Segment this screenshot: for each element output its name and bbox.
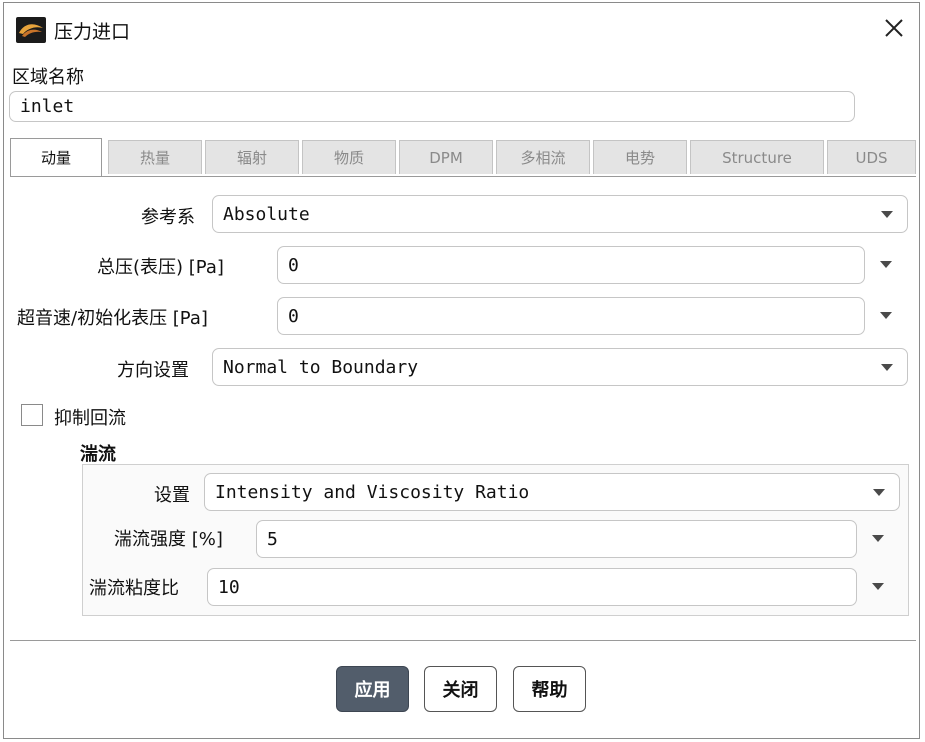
fluent-app-icon — [16, 17, 46, 43]
turbulence-method-value: Intensity and Viscosity Ratio — [215, 481, 530, 503]
prevent-backflow-checkbox[interactable] — [21, 404, 43, 426]
supersonic-pressure-label: 超音速/初始化表压 [Pa] — [17, 308, 208, 329]
title-bar: 压力进口 — [4, 3, 919, 55]
reference-frame-value: Absolute — [223, 203, 310, 225]
chevron-down-icon[interactable] — [880, 312, 892, 319]
supersonic-pressure-input[interactable]: 0 — [277, 297, 865, 335]
turbulence-method-dropdown[interactable]: Intensity and Viscosity Ratio — [204, 473, 900, 511]
turbulence-method-label: 设置 — [154, 485, 190, 506]
prevent-backflow-label: 抑制回流 — [54, 408, 126, 429]
tab-multiphase[interactable]: 多相流 — [496, 140, 590, 174]
tab-uds[interactable]: UDS — [827, 140, 916, 174]
chevron-down-icon[interactable] — [880, 261, 892, 268]
close-button[interactable]: 关闭 — [424, 666, 497, 712]
reference-frame-dropdown[interactable]: Absolute — [212, 195, 908, 233]
dialog-window: 压力进口 区域名称 inlet 动量 热量 辐射 物质 DPM 多相流 电势 S… — [3, 2, 920, 739]
total-pressure-input[interactable]: 0 — [277, 246, 865, 284]
close-icon[interactable] — [879, 13, 909, 43]
turbulence-intensity-input[interactable]: 5 — [256, 520, 857, 558]
chevron-down-icon[interactable] — [872, 583, 884, 590]
apply-button[interactable]: 应用 — [336, 666, 409, 712]
help-button[interactable]: 帮助 — [513, 666, 586, 712]
tab-momentum[interactable]: 动量 — [10, 138, 102, 176]
window-title: 压力进口 — [54, 21, 131, 43]
total-pressure-label: 总压(表压) [Pa] — [97, 257, 224, 278]
tab-potential[interactable]: 电势 — [593, 140, 687, 174]
tab-dpm[interactable]: DPM — [399, 140, 493, 174]
tab-divider — [10, 176, 916, 177]
viscosity-ratio-label: 湍流粘度比 — [89, 578, 179, 599]
reference-frame-label: 参考系 — [141, 207, 195, 228]
chevron-down-icon — [881, 364, 893, 371]
chevron-down-icon — [873, 489, 885, 496]
direction-label: 方向设置 — [117, 360, 189, 381]
tab-species[interactable]: 物质 — [302, 140, 396, 174]
zone-name-input[interactable]: inlet — [9, 91, 855, 122]
viscosity-ratio-input[interactable]: 10 — [207, 568, 857, 606]
zone-name-label: 区域名称 — [12, 67, 84, 88]
tab-structure[interactable]: Structure — [690, 140, 824, 174]
tab-bar: 动量 热量 辐射 物质 DPM 多相流 电势 Structure UDS — [10, 138, 916, 176]
tab-thermal[interactable]: 热量 — [108, 140, 202, 174]
direction-dropdown[interactable]: Normal to Boundary — [212, 348, 908, 386]
turbulence-heading: 湍流 — [80, 444, 116, 465]
chevron-down-icon — [881, 211, 893, 218]
chevron-down-icon[interactable] — [872, 535, 884, 542]
tab-radiation[interactable]: 辐射 — [205, 140, 299, 174]
footer-divider — [10, 640, 916, 641]
turbulence-intensity-label: 湍流强度 [%] — [114, 529, 223, 550]
direction-value: Normal to Boundary — [223, 356, 419, 378]
